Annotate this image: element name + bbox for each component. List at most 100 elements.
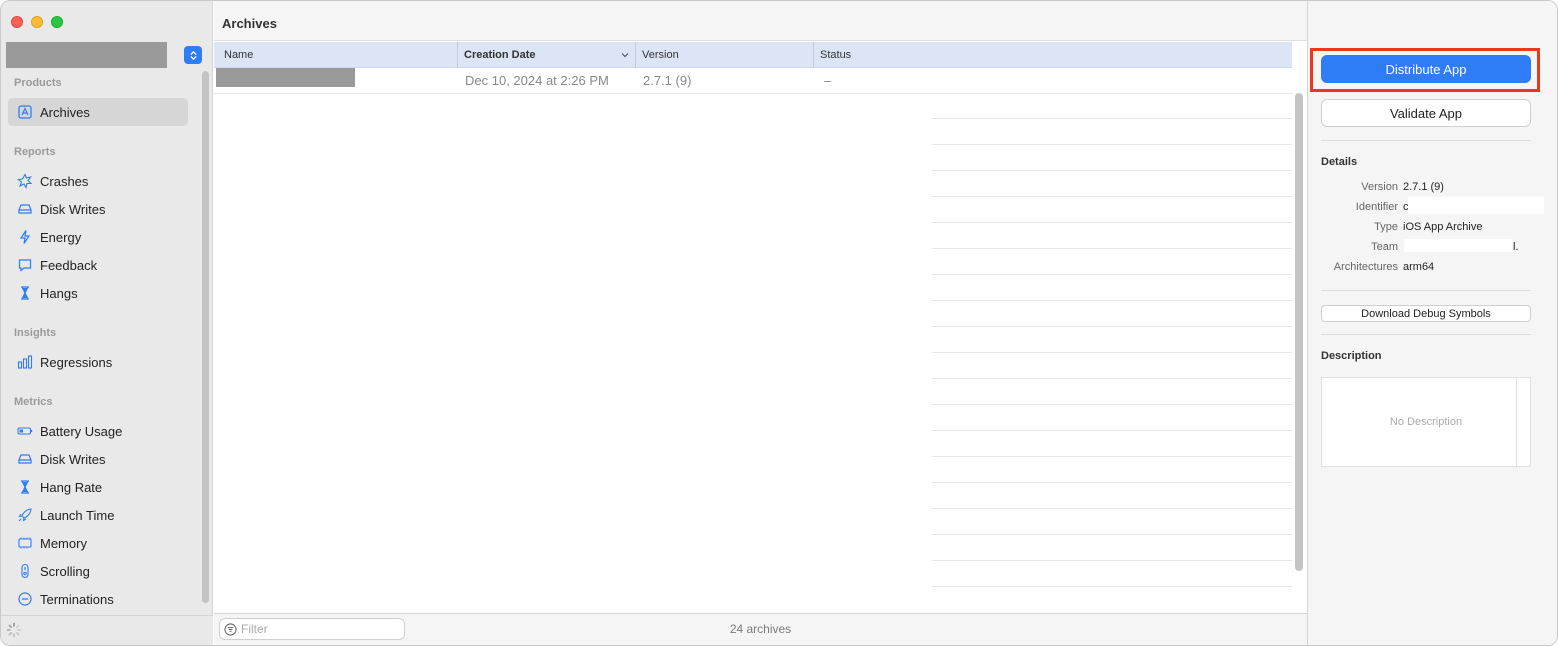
column-header-creation-date[interactable]: Creation Date (458, 42, 636, 68)
row-divider (932, 508, 1292, 509)
sidebar-item-disk-writes-metric[interactable]: Disk Writes (8, 445, 188, 473)
scroll-icon (17, 563, 33, 579)
row-divider (932, 326, 1292, 327)
section-reports: Reports (14, 146, 56, 158)
page-title: Archives (222, 16, 277, 31)
column-header-name[interactable]: Name (218, 42, 458, 68)
row-divider (932, 196, 1292, 197)
row-divider (932, 560, 1292, 561)
row-divider (932, 482, 1292, 483)
description-title: Description (1321, 350, 1382, 362)
sidebar-item-hang-rate[interactable]: Hang Rate (8, 473, 188, 501)
cell-version: 2.7.1 (9) (643, 73, 692, 88)
row-divider (932, 248, 1292, 249)
detail-key-architectures: Architectures (1333, 261, 1398, 273)
sidebar-item-label: Disk Writes (40, 201, 106, 217)
minimize-window-button[interactable] (31, 16, 43, 28)
sidebar-item-archives[interactable]: Archives (8, 98, 188, 126)
sidebar-item-label: Launch Time (40, 507, 115, 523)
hourglass-icon (17, 285, 33, 301)
row-divider (932, 352, 1292, 353)
row-divider (932, 430, 1292, 431)
description-placeholder: No Description (1389, 416, 1463, 428)
row-divider (932, 170, 1292, 171)
download-debug-symbols-button[interactable]: Download Debug Symbols (1321, 305, 1531, 322)
row-divider (932, 456, 1292, 457)
distribute-app-button[interactable]: Distribute App (1321, 55, 1531, 83)
sidebar-item-label: Crashes (40, 173, 89, 189)
table-row[interactable]: Dec 10, 2024 at 2:26 PM 2.7.1 (9) – (214, 68, 1292, 94)
sidebar-item-energy[interactable]: Energy (8, 223, 188, 251)
disk-icon (17, 201, 33, 217)
sidebar-item-label: Hang Rate (40, 479, 103, 495)
sidebar-item-terminations[interactable]: Terminations (8, 585, 188, 613)
sidebar-item-label: Battery Usage (40, 423, 123, 439)
xcode-organizer-window: Products Archives Reports Crashes Disk W… (0, 0, 1558, 646)
crash-burst-icon (17, 173, 33, 189)
chevron-up-down-icon[interactable] (184, 46, 202, 64)
section-insights: Insights (14, 327, 57, 339)
divider (1321, 140, 1531, 141)
sidebar-item-launch-time[interactable]: Launch Time (8, 501, 188, 529)
detail-key-identifier: Identifier (1355, 201, 1398, 213)
sidebar-item-label: Archives (40, 104, 90, 120)
sidebar-item-label: Disk Writes (40, 451, 106, 467)
sidebar: Products Archives Reports Crashes Disk W… (1, 1, 213, 645)
detail-value-version: 2.7.1 (9) (1403, 181, 1444, 193)
table-scrollbar[interactable] (1295, 93, 1303, 571)
sidebar-item-battery-usage[interactable]: Battery Usage (8, 417, 188, 445)
row-divider (932, 586, 1292, 587)
archive-name-redacted (216, 68, 355, 87)
validate-app-button[interactable]: Validate App (1321, 99, 1531, 127)
archives-toolbar (214, 1, 1307, 41)
row-divider (932, 300, 1292, 301)
app-picker-redacted[interactable] (6, 42, 167, 68)
sidebar-item-hangs[interactable]: Hangs (8, 279, 188, 307)
column-header-version[interactable]: Version (636, 42, 814, 68)
row-divider (932, 144, 1292, 145)
disk-icon (17, 451, 33, 467)
close-window-button[interactable] (11, 16, 23, 28)
column-header-label: Creation Date (464, 49, 536, 61)
zoom-window-button[interactable] (51, 16, 63, 28)
description-field[interactable]: No Description (1321, 377, 1531, 467)
sidebar-item-label: Energy (40, 229, 82, 245)
section-products: Products (14, 77, 62, 89)
sidebar-item-label: Feedback (40, 257, 98, 273)
sidebar-item-scrolling[interactable]: Scrolling (8, 557, 188, 585)
divider (1321, 334, 1531, 335)
sidebar-item-crashes[interactable]: Crashes (8, 167, 188, 195)
row-divider (932, 378, 1292, 379)
description-divider (1516, 378, 1517, 466)
lightning-icon (17, 229, 33, 245)
hourglass-icon (17, 479, 33, 495)
detail-value-team: l. (1513, 241, 1519, 253)
detail-key-team: Team (1371, 241, 1398, 253)
row-divider (932, 404, 1292, 405)
sidebar-item-label: Regressions (40, 354, 113, 370)
detail-value-architectures: arm64 (1403, 261, 1435, 273)
inspector-panel: Distribute App Validate App Details Vers… (1307, 1, 1557, 645)
battery-icon (17, 423, 33, 439)
archives-panel: Archives Name Creation Date Version Stat… (214, 1, 1307, 645)
sidebar-item-feedback[interactable]: Feedback (8, 251, 188, 279)
archives-footer: Filter 24 archives (214, 613, 1307, 645)
details-title: Details (1321, 156, 1358, 168)
detail-key-type: Type (1374, 221, 1398, 233)
rocket-icon (17, 507, 33, 523)
cell-status: – (824, 73, 832, 88)
chevron-down-icon (621, 50, 629, 58)
sidebar-item-memory[interactable]: Memory (8, 529, 188, 557)
sidebar-item-label: Memory (40, 535, 87, 551)
table-header: Name Creation Date Version Status (214, 42, 1292, 68)
speech-bubble-icon (17, 257, 33, 273)
column-header-status[interactable]: Status (814, 42, 1292, 68)
minus-circle-icon (17, 591, 33, 607)
archive-icon (17, 104, 33, 120)
bar-chart-icon (17, 354, 33, 370)
sidebar-scrollbar[interactable] (202, 71, 209, 603)
sidebar-item-regressions[interactable]: Regressions (8, 348, 188, 376)
sidebar-item-disk-writes[interactable]: Disk Writes (8, 195, 188, 223)
detail-key-version: Version (1361, 181, 1398, 193)
sidebar-item-label: Hangs (40, 285, 78, 301)
